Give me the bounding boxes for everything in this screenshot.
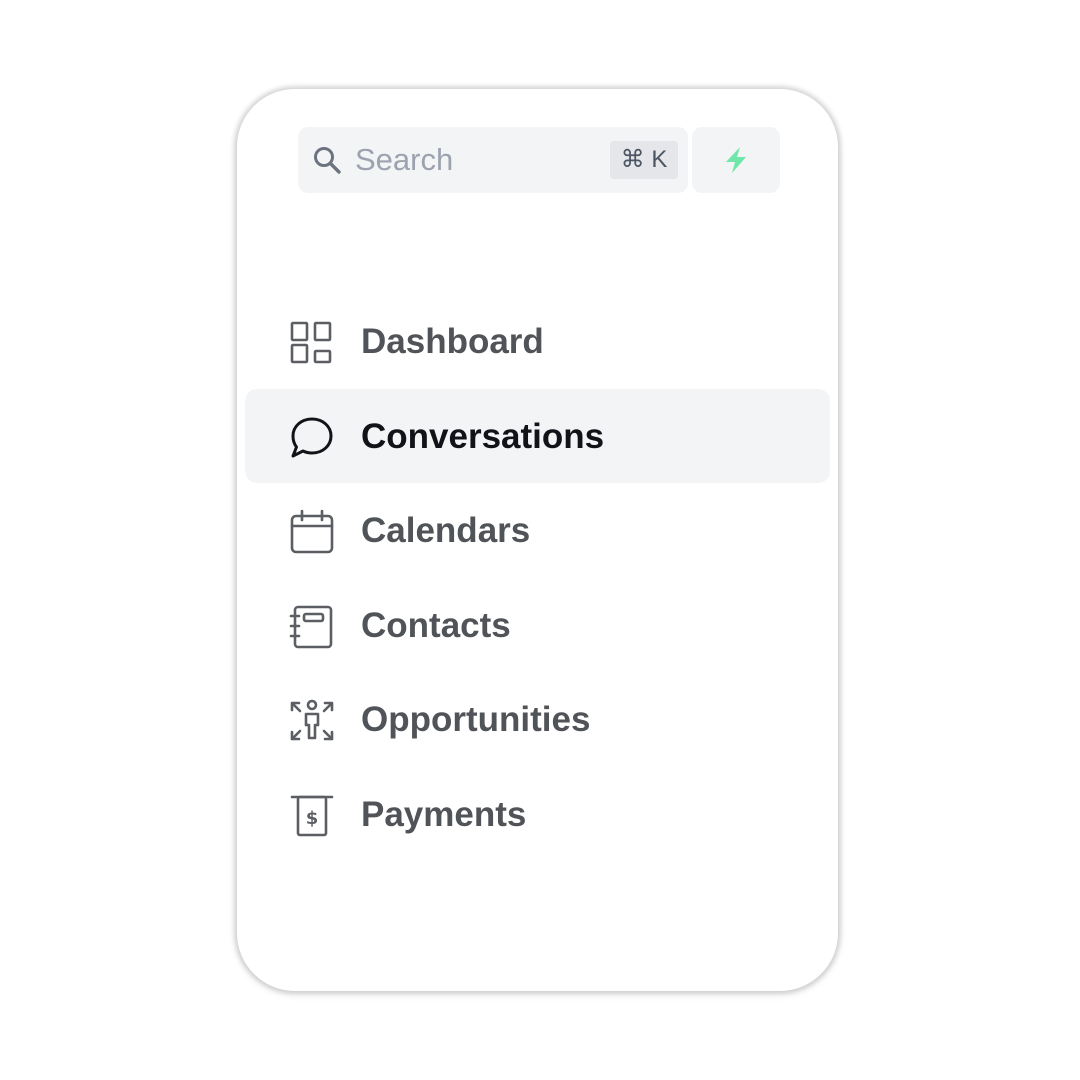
shortcut-badge: ⌘ K: [610, 141, 678, 179]
contact-book-icon: [289, 605, 333, 649]
search-icon: [314, 147, 341, 174]
svg-text:$: $: [306, 808, 319, 829]
search-input[interactable]: Search ⌘ K: [298, 127, 688, 193]
sidebar-item-label: Dashboard: [361, 322, 544, 361]
calendar-icon: [290, 509, 334, 554]
sidebar-item-conversations[interactable]: Conversations: [245, 388, 830, 484]
sidebar-item-contacts[interactable]: Contacts: [245, 578, 830, 673]
sidebar-item-payments[interactable]: $ Payments: [245, 767, 830, 862]
search-placeholder: Search: [355, 142, 454, 177]
sidebar-item-label: Payments: [361, 794, 527, 834]
sidebar-item-label: Opportunities: [361, 700, 591, 740]
sidebar-item-label: Contacts: [361, 605, 511, 645]
quick-action-button[interactable]: [692, 127, 780, 193]
sidebar-item-calendars[interactable]: Calendars: [245, 483, 830, 578]
dashboard-grid-icon: [290, 321, 332, 364]
chat-bubble-icon: [291, 417, 333, 458]
sidebar-item-opportunities[interactable]: Opportunities: [245, 672, 830, 767]
sidebar-item-label: Conversations: [361, 416, 605, 456]
payment-receipt-icon: $: [290, 795, 334, 837]
sidebar-nav: Dashboard Conversations Calendars Contac…: [245, 294, 830, 862]
sidebar-item-dashboard[interactable]: Dashboard: [245, 294, 830, 389]
sidebar-item-label: Calendars: [361, 511, 531, 551]
lightning-bolt-icon: [726, 147, 746, 173]
search-row: Search ⌘ K: [298, 127, 780, 193]
opportunities-icon: [290, 700, 334, 741]
